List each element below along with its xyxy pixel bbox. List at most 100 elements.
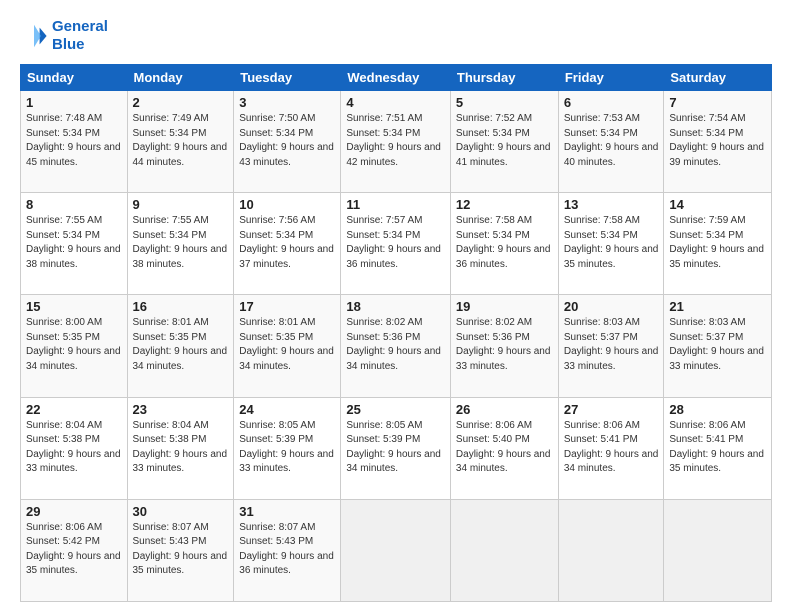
day-info: Sunrise: 8:07 AM Sunset: 5:43 PM Dayligh… <box>133 521 229 579</box>
calendar-cell <box>341 499 451 601</box>
day-info: Sunrise: 8:04 AM Sunset: 5:38 PM Dayligh… <box>26 419 122 477</box>
day-info: Sunrise: 8:00 AM Sunset: 5:35 PM Dayligh… <box>26 316 122 374</box>
day-info: Sunrise: 8:01 AM Sunset: 5:35 PM Dayligh… <box>239 316 335 374</box>
day-info: Sunrise: 8:07 AM Sunset: 5:43 PM Dayligh… <box>239 521 335 579</box>
day-number: 16 <box>133 299 229 314</box>
day-number: 6 <box>564 95 659 110</box>
calendar-cell: 13 Sunrise: 7:58 AM Sunset: 5:34 PM Dayl… <box>558 193 664 295</box>
calendar-cell: 6 Sunrise: 7:53 AM Sunset: 5:34 PM Dayli… <box>558 91 664 193</box>
day-number: 12 <box>456 197 553 212</box>
calendar-header-row: SundayMondayTuesdayWednesdayThursdayFrid… <box>21 65 772 91</box>
day-number: 1 <box>26 95 122 110</box>
day-number: 30 <box>133 504 229 519</box>
calendar-cell: 17 Sunrise: 8:01 AM Sunset: 5:35 PM Dayl… <box>234 295 341 397</box>
logo: General Blue <box>20 18 108 54</box>
day-number: 18 <box>346 299 445 314</box>
day-number: 25 <box>346 402 445 417</box>
calendar-cell: 20 Sunrise: 8:03 AM Sunset: 5:37 PM Dayl… <box>558 295 664 397</box>
day-number: 4 <box>346 95 445 110</box>
day-number: 22 <box>26 402 122 417</box>
day-number: 20 <box>564 299 659 314</box>
calendar-cell: 23 Sunrise: 8:04 AM Sunset: 5:38 PM Dayl… <box>127 397 234 499</box>
calendar-cell: 4 Sunrise: 7:51 AM Sunset: 5:34 PM Dayli… <box>341 91 451 193</box>
logo-icon <box>20 22 48 50</box>
day-info: Sunrise: 7:51 AM Sunset: 5:34 PM Dayligh… <box>346 112 445 170</box>
calendar-cell: 8 Sunrise: 7:55 AM Sunset: 5:34 PM Dayli… <box>21 193 128 295</box>
calendar-cell: 5 Sunrise: 7:52 AM Sunset: 5:34 PM Dayli… <box>450 91 558 193</box>
calendar-cell <box>664 499 772 601</box>
day-info: Sunrise: 8:05 AM Sunset: 5:39 PM Dayligh… <box>346 419 445 477</box>
calendar-header-monday: Monday <box>127 65 234 91</box>
day-number: 8 <box>26 197 122 212</box>
day-number: 21 <box>669 299 766 314</box>
day-number: 11 <box>346 197 445 212</box>
calendar-cell: 27 Sunrise: 8:06 AM Sunset: 5:41 PM Dayl… <box>558 397 664 499</box>
day-info: Sunrise: 7:59 AM Sunset: 5:34 PM Dayligh… <box>669 214 766 272</box>
calendar-cell: 7 Sunrise: 7:54 AM Sunset: 5:34 PM Dayli… <box>664 91 772 193</box>
header: General Blue <box>20 18 772 54</box>
calendar-cell: 15 Sunrise: 8:00 AM Sunset: 5:35 PM Dayl… <box>21 295 128 397</box>
day-info: Sunrise: 8:04 AM Sunset: 5:38 PM Dayligh… <box>133 419 229 477</box>
day-number: 10 <box>239 197 335 212</box>
day-info: Sunrise: 7:54 AM Sunset: 5:34 PM Dayligh… <box>669 112 766 170</box>
calendar-cell: 14 Sunrise: 7:59 AM Sunset: 5:34 PM Dayl… <box>664 193 772 295</box>
calendar-cell: 26 Sunrise: 8:06 AM Sunset: 5:40 PM Dayl… <box>450 397 558 499</box>
calendar-cell: 9 Sunrise: 7:55 AM Sunset: 5:34 PM Dayli… <box>127 193 234 295</box>
calendar-week-4: 22 Sunrise: 8:04 AM Sunset: 5:38 PM Dayl… <box>21 397 772 499</box>
calendar-cell: 22 Sunrise: 8:04 AM Sunset: 5:38 PM Dayl… <box>21 397 128 499</box>
day-info: Sunrise: 7:57 AM Sunset: 5:34 PM Dayligh… <box>346 214 445 272</box>
calendar-header-sunday: Sunday <box>21 65 128 91</box>
page: General Blue SundayMondayTuesdayWednesda… <box>0 0 792 612</box>
calendar-cell: 10 Sunrise: 7:56 AM Sunset: 5:34 PM Dayl… <box>234 193 341 295</box>
day-number: 24 <box>239 402 335 417</box>
calendar-header-wednesday: Wednesday <box>341 65 451 91</box>
day-number: 3 <box>239 95 335 110</box>
day-info: Sunrise: 8:02 AM Sunset: 5:36 PM Dayligh… <box>456 316 553 374</box>
day-number: 31 <box>239 504 335 519</box>
calendar-cell: 1 Sunrise: 7:48 AM Sunset: 5:34 PM Dayli… <box>21 91 128 193</box>
day-number: 28 <box>669 402 766 417</box>
calendar-cell: 12 Sunrise: 7:58 AM Sunset: 5:34 PM Dayl… <box>450 193 558 295</box>
day-number: 26 <box>456 402 553 417</box>
day-info: Sunrise: 7:58 AM Sunset: 5:34 PM Dayligh… <box>564 214 659 272</box>
day-info: Sunrise: 7:48 AM Sunset: 5:34 PM Dayligh… <box>26 112 122 170</box>
calendar-week-1: 1 Sunrise: 7:48 AM Sunset: 5:34 PM Dayli… <box>21 91 772 193</box>
day-info: Sunrise: 7:53 AM Sunset: 5:34 PM Dayligh… <box>564 112 659 170</box>
calendar-header-tuesday: Tuesday <box>234 65 341 91</box>
calendar-cell: 31 Sunrise: 8:07 AM Sunset: 5:43 PM Dayl… <box>234 499 341 601</box>
calendar-cell <box>558 499 664 601</box>
day-info: Sunrise: 8:03 AM Sunset: 5:37 PM Dayligh… <box>564 316 659 374</box>
calendar-week-3: 15 Sunrise: 8:00 AM Sunset: 5:35 PM Dayl… <box>21 295 772 397</box>
calendar-cell: 11 Sunrise: 7:57 AM Sunset: 5:34 PM Dayl… <box>341 193 451 295</box>
day-info: Sunrise: 8:01 AM Sunset: 5:35 PM Dayligh… <box>133 316 229 374</box>
day-info: Sunrise: 7:55 AM Sunset: 5:34 PM Dayligh… <box>26 214 122 272</box>
logo-text: General Blue <box>52 18 108 54</box>
day-info: Sunrise: 7:55 AM Sunset: 5:34 PM Dayligh… <box>133 214 229 272</box>
calendar-header-thursday: Thursday <box>450 65 558 91</box>
calendar-body: 1 Sunrise: 7:48 AM Sunset: 5:34 PM Dayli… <box>21 91 772 602</box>
day-number: 14 <box>669 197 766 212</box>
day-number: 9 <box>133 197 229 212</box>
calendar-week-2: 8 Sunrise: 7:55 AM Sunset: 5:34 PM Dayli… <box>21 193 772 295</box>
day-number: 2 <box>133 95 229 110</box>
day-info: Sunrise: 8:06 AM Sunset: 5:41 PM Dayligh… <box>669 419 766 477</box>
day-number: 15 <box>26 299 122 314</box>
day-info: Sunrise: 8:06 AM Sunset: 5:42 PM Dayligh… <box>26 521 122 579</box>
calendar-cell: 16 Sunrise: 8:01 AM Sunset: 5:35 PM Dayl… <box>127 295 234 397</box>
calendar-header-saturday: Saturday <box>664 65 772 91</box>
calendar-cell: 28 Sunrise: 8:06 AM Sunset: 5:41 PM Dayl… <box>664 397 772 499</box>
day-info: Sunrise: 8:05 AM Sunset: 5:39 PM Dayligh… <box>239 419 335 477</box>
day-number: 17 <box>239 299 335 314</box>
calendar-cell: 21 Sunrise: 8:03 AM Sunset: 5:37 PM Dayl… <box>664 295 772 397</box>
day-number: 19 <box>456 299 553 314</box>
day-number: 23 <box>133 402 229 417</box>
day-info: Sunrise: 8:06 AM Sunset: 5:41 PM Dayligh… <box>564 419 659 477</box>
calendar-cell <box>450 499 558 601</box>
day-info: Sunrise: 8:02 AM Sunset: 5:36 PM Dayligh… <box>346 316 445 374</box>
calendar-header-friday: Friday <box>558 65 664 91</box>
day-info: Sunrise: 7:52 AM Sunset: 5:34 PM Dayligh… <box>456 112 553 170</box>
day-number: 27 <box>564 402 659 417</box>
day-info: Sunrise: 8:03 AM Sunset: 5:37 PM Dayligh… <box>669 316 766 374</box>
calendar-cell: 29 Sunrise: 8:06 AM Sunset: 5:42 PM Dayl… <box>21 499 128 601</box>
calendar-cell: 18 Sunrise: 8:02 AM Sunset: 5:36 PM Dayl… <box>341 295 451 397</box>
